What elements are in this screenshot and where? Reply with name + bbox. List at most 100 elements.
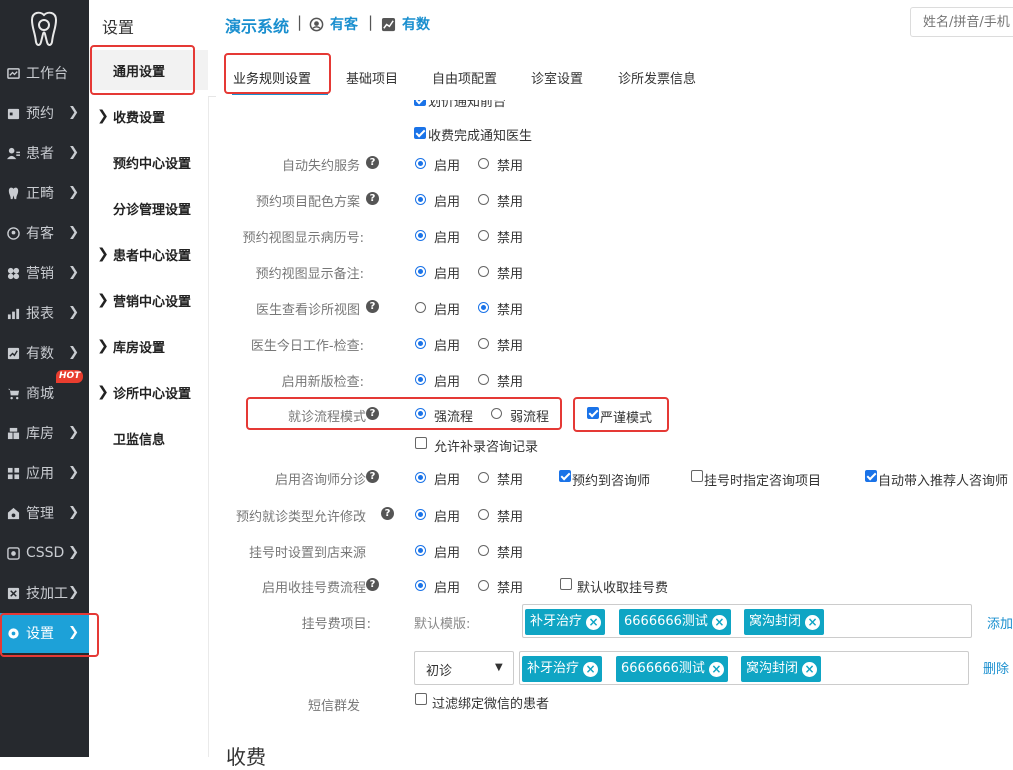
- help-icon[interactable]: ?: [366, 192, 379, 205]
- help-icon[interactable]: ?: [381, 507, 394, 520]
- chevron-right-icon: ❯: [68, 545, 79, 560]
- disable-radio[interactable]: [478, 194, 489, 205]
- youke-link[interactable]: 有客: [309, 14, 358, 34]
- auto-referrer-consultant-label: 自动带入推荐人咨询师: [878, 474, 1009, 489]
- submenu-item[interactable]: ❯ 收费设置: [89, 96, 208, 136]
- nav-item-lab[interactable]: 技加工 ❯: [0, 573, 89, 613]
- consult-disable-radio[interactable]: [478, 472, 489, 483]
- nav-item-chart[interactable]: 有数 ❯: [0, 333, 89, 373]
- nav-item-warehouse[interactable]: 库房 ❯: [0, 413, 89, 453]
- enable-radio[interactable]: [415, 158, 426, 169]
- submenu-item[interactable]: 通用设置: [89, 50, 208, 90]
- source-disable-radio[interactable]: [478, 545, 489, 556]
- disable-radio[interactable]: [478, 266, 489, 277]
- disable-radio[interactable]: [478, 302, 489, 313]
- default-fee-tags-box[interactable]: 补牙治疗 × 6666666测试 × 窝沟封闭 ×: [522, 604, 972, 638]
- enable-radio[interactable]: [415, 230, 426, 241]
- nav-item-gear[interactable]: 设置 ❯: [0, 613, 89, 653]
- submenu-item[interactable]: ❯ 诊所中心设置: [89, 372, 208, 412]
- system-name[interactable]: 演示系统: [225, 13, 289, 37]
- tooth-logo-icon[interactable]: [24, 8, 64, 48]
- tab-custom-items[interactable]: 自由项配置: [432, 68, 497, 87]
- help-icon[interactable]: ?: [366, 156, 379, 169]
- nav-item-cssd[interactable]: CSSD ❯: [0, 533, 89, 573]
- reg-fee-flow-label: 启用收挂号费流程: [261, 581, 366, 596]
- visit-type-select[interactable]: 初诊 ▼: [414, 651, 514, 685]
- notify-front-checkbox[interactable]: [414, 100, 426, 106]
- reg-fee-disable-radio[interactable]: [478, 580, 489, 591]
- enable-radio[interactable]: [415, 338, 426, 349]
- help-icon[interactable]: ?: [366, 470, 379, 483]
- nav-item-report[interactable]: 报表 ❯: [0, 293, 89, 333]
- nav-item-tooth[interactable]: 正畸 ❯: [0, 173, 89, 213]
- strict-mode-checkbox[interactable]: [587, 407, 599, 419]
- submenu-item[interactable]: 卫监信息: [89, 418, 208, 458]
- source-enable-radio[interactable]: [415, 545, 426, 556]
- nav-item-cart[interactable]: 商城 HOT: [0, 370, 89, 413]
- disable-radio[interactable]: [478, 338, 489, 349]
- remove-tag-icon[interactable]: ×: [711, 614, 727, 630]
- strong-flow-radio[interactable]: [415, 408, 426, 419]
- consult-enable-radio[interactable]: [415, 472, 426, 483]
- enable-radio[interactable]: [415, 374, 426, 385]
- nav-item-marketing[interactable]: 营销 ❯: [0, 253, 89, 293]
- visit-type-enable-radio[interactable]: [415, 509, 426, 520]
- disable-label: 禁用: [497, 473, 524, 488]
- submenu-item[interactable]: ❯ 营销中心设置: [89, 280, 208, 320]
- help-icon[interactable]: ?: [366, 578, 379, 591]
- submenu-item-label: 预约中心设置: [113, 156, 192, 172]
- help-icon[interactable]: ?: [366, 407, 379, 420]
- enable-label: 启用: [434, 546, 461, 561]
- chevron-right-icon: ❯: [97, 108, 109, 124]
- submenu-item[interactable]: 分诊管理设置: [89, 188, 208, 228]
- tab-invoice-info[interactable]: 诊所发票信息: [618, 68, 696, 87]
- enable-radio[interactable]: [415, 194, 426, 205]
- submenu-item[interactable]: 预约中心设置: [89, 142, 208, 182]
- nav-item-label: 设置: [26, 626, 54, 642]
- rule-label: 启用新版检查:: [281, 375, 364, 390]
- tab-room-settings[interactable]: 诊室设置: [531, 68, 583, 87]
- submenu-item[interactable]: ❯ 库房设置: [89, 326, 208, 366]
- disable-radio[interactable]: [478, 230, 489, 241]
- fee-tag: 补牙治疗 ×: [525, 609, 606, 635]
- nav-item-apps[interactable]: 应用 ❯: [0, 453, 89, 493]
- disable-radio[interactable]: [478, 158, 489, 169]
- top-bar: 演示系统 | 有客 | 有数: [208, 0, 1013, 47]
- nav-item-label: 正畸: [26, 186, 54, 202]
- help-icon[interactable]: ?: [366, 300, 379, 313]
- enable-radio[interactable]: [415, 266, 426, 277]
- cssd-icon: [6, 546, 20, 560]
- notify-doctor-checkbox[interactable]: [414, 127, 426, 139]
- visit-type-disable-radio[interactable]: [478, 509, 489, 520]
- weak-flow-radio[interactable]: [491, 408, 502, 419]
- youshu-link[interactable]: 有数: [381, 14, 430, 34]
- nav-item-manage[interactable]: 管理 ❯: [0, 493, 89, 533]
- remove-tag-icon[interactable]: ×: [583, 661, 599, 677]
- patient-search-input[interactable]: [910, 7, 1013, 37]
- disable-radio[interactable]: [478, 374, 489, 385]
- visit-type-fee-tags-box[interactable]: 补牙治疗 × 6666666测试 × 窝沟封闭 ×: [519, 651, 969, 685]
- add-link[interactable]: 添加: [987, 613, 1013, 632]
- auto-referrer-consultant-checkbox[interactable]: [865, 470, 877, 482]
- specify-consult-item-checkbox[interactable]: [691, 470, 703, 482]
- nav-item-customer[interactable]: 有客 ❯: [0, 213, 89, 253]
- dashboard-icon: [6, 66, 20, 80]
- reg-fee-enable-radio[interactable]: [415, 580, 426, 591]
- remove-tag-icon[interactable]: ×: [586, 614, 602, 630]
- remove-tag-icon[interactable]: ×: [805, 614, 821, 630]
- nav-item-dashboard[interactable]: 工作台: [0, 53, 89, 93]
- nav-item-patients[interactable]: 患者 ❯: [0, 133, 89, 173]
- enable-radio[interactable]: [415, 302, 426, 313]
- remove-tag-icon[interactable]: ×: [708, 661, 724, 677]
- tab-basic-items[interactable]: 基础项目: [346, 68, 398, 87]
- gear-icon: [6, 626, 20, 640]
- default-reg-fee-checkbox[interactable]: [560, 578, 572, 590]
- tab-business-rules[interactable]: 业务规则设置: [233, 68, 311, 87]
- delete-link[interactable]: 删除: [983, 658, 1009, 677]
- appt-to-consultant-checkbox[interactable]: [559, 470, 571, 482]
- submenu-item[interactable]: ❯ 患者中心设置: [89, 234, 208, 274]
- remove-tag-icon[interactable]: ×: [802, 661, 818, 677]
- filter-wechat-checkbox[interactable]: [415, 693, 427, 705]
- allow-supplement-checkbox[interactable]: [415, 437, 427, 449]
- nav-item-calendar[interactable]: 预约 ❯: [0, 93, 89, 133]
